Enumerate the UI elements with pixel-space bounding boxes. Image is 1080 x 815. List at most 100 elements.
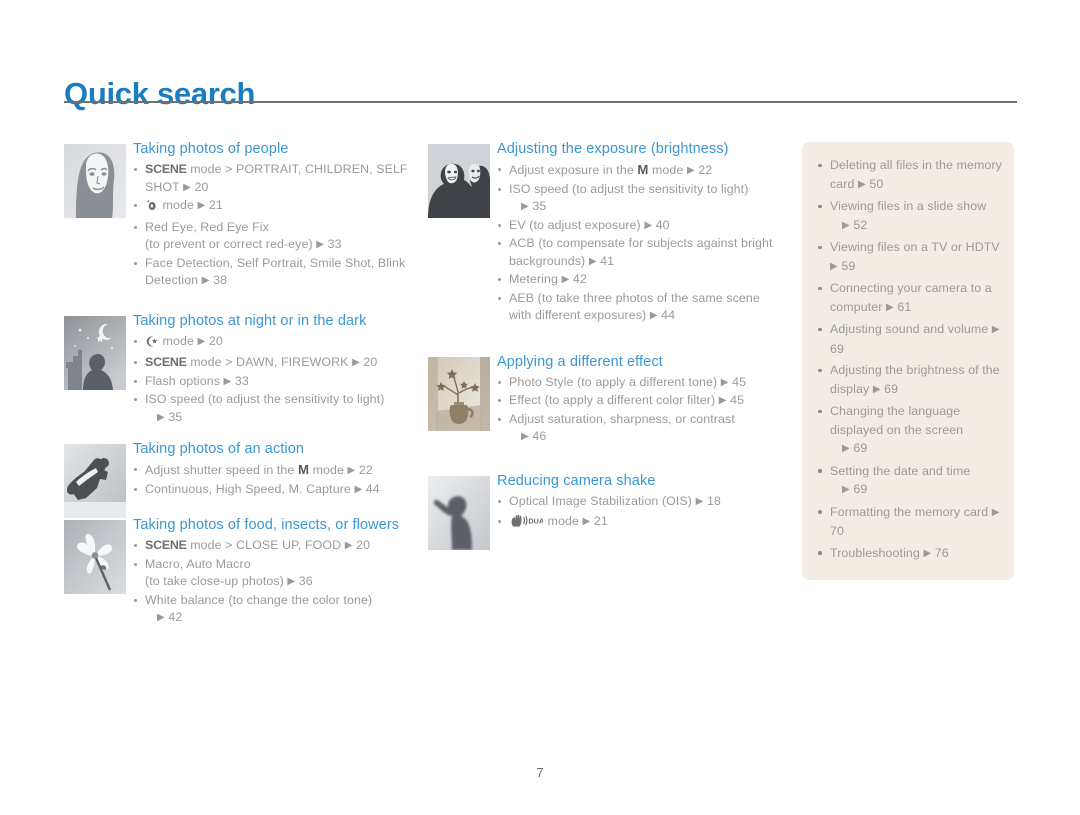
- page-ref: 76: [934, 545, 949, 560]
- page-arrow-icon: ▶: [842, 484, 850, 495]
- page-arrow-icon: ▶: [923, 547, 932, 559]
- page-arrow-icon: ▶: [695, 495, 704, 507]
- list-item: AEB (to take three photos of the same sc…: [497, 290, 780, 325]
- list-item: Setting the date and time ▶ 69: [816, 462, 1002, 500]
- list-item: DUAL mode ▶ 21: [497, 513, 780, 534]
- page-ref: 46: [532, 429, 547, 443]
- list-item: Adjust shutter speed in the M mode ▶ 22: [133, 461, 416, 480]
- page-ref: 69: [884, 381, 899, 396]
- item-text: Continuous, High Speed, M. Capture: [145, 481, 355, 496]
- page-arrow-icon: ▶: [521, 431, 529, 442]
- item-page-line: ▶ 52: [830, 216, 1002, 236]
- item-page-line: ▶ 46: [509, 428, 780, 446]
- flower-thumbnail: [64, 520, 126, 594]
- page-ref: 45: [730, 393, 745, 407]
- list-item: Changing the language displayed on the s…: [816, 402, 1002, 459]
- item-text: Viewing files on a TV or HDTV: [830, 240, 1000, 254]
- page-ref: 45: [732, 374, 747, 389]
- item-text: ACB (to compensate for subjects against …: [509, 236, 773, 268]
- list-item: Red Eye, Red Eye Fix (to prevent or corre…: [133, 219, 416, 254]
- list-item: Adjusting sound and volume ▶ 69: [816, 320, 1002, 358]
- beauty-shot-icon: [145, 199, 158, 218]
- page-ref: 20: [363, 355, 378, 369]
- page-ref: 18: [706, 493, 721, 508]
- dual-is-icon: DUAL: [509, 514, 549, 534]
- page-arrow-icon: ▶: [223, 375, 232, 387]
- topic-night: Taking photos at night or in the dark mo…: [64, 312, 416, 427]
- manual-mode-label: M: [297, 462, 310, 477]
- item-text: Effect (to apply a different color filte…: [509, 393, 719, 407]
- item-text: mode: [159, 333, 198, 348]
- list-item: Flash options ▶ 33: [133, 373, 416, 391]
- page-arrow-icon: ▶: [197, 200, 206, 211]
- item-text: Setting the date and time: [830, 463, 971, 478]
- topic-item-list: SCENE mode > PORTRAIT, CHILDREN, SELF SH…: [133, 161, 416, 290]
- item-text-2: mode: [648, 163, 687, 177]
- page-ref: 59: [841, 258, 856, 273]
- page-arrow-icon: ▶: [720, 376, 729, 388]
- item-text: Photo Style (to apply a different tone): [509, 374, 721, 389]
- page-ref: 22: [358, 463, 373, 477]
- page-number: 7: [536, 765, 544, 780]
- page-arrow-icon: ▶: [157, 612, 165, 623]
- playback-settings-panel: Deleting all files in the memory card ▶ …: [802, 142, 1014, 580]
- topic-item-list: Adjust shutter speed in the M mode ▶ 22 …: [133, 461, 416, 498]
- page-ref: 21: [593, 514, 608, 528]
- item-text: mode: [544, 514, 583, 528]
- list-item: mode ▶ 20: [133, 333, 416, 354]
- topic-effect: Applying a different effect Photo Style …: [428, 353, 780, 446]
- list-item: Deleting all files in the memory card ▶ …: [816, 156, 1002, 194]
- list-item: Macro, Auto Macro (to take close-up photo…: [133, 556, 416, 591]
- page-ref: 20: [208, 333, 223, 348]
- page-arrow-icon: ▶: [201, 275, 210, 286]
- item-text: White balance (to change the color tone): [145, 592, 373, 607]
- topic-heading: Taking photos at night or in the dark: [133, 312, 367, 329]
- page-ref: 42: [572, 272, 587, 286]
- page-arrow-icon: ▶: [588, 255, 597, 267]
- page-ref: 69: [853, 441, 868, 455]
- topic-body: Reducing camera shake Optical Image Stab…: [493, 472, 780, 534]
- item-subtext: (to prevent or correct red-eye): [145, 237, 317, 251]
- topic-body: Taking photos of food, insects, or flowe…: [129, 516, 416, 627]
- camera-shake-thumbnail: [428, 475, 490, 550]
- page-arrow-icon: ▶: [157, 411, 165, 423]
- portrait-woman-thumbnail: [64, 144, 126, 218]
- list-item: Adjust saturation, sharpness, or contras…: [497, 411, 780, 446]
- list-item: Optical Image Stabilization (OIS) ▶ 18: [497, 493, 780, 511]
- page-ref: 50: [869, 176, 884, 191]
- list-item: Metering ▶ 42: [497, 271, 780, 289]
- manual-mode-label: M: [637, 162, 649, 177]
- page-ref: 40: [655, 217, 670, 232]
- page-arrow-icon: ▶: [842, 219, 850, 231]
- page-ref: 61: [897, 299, 912, 314]
- page-arrow-icon: ▶: [649, 310, 658, 321]
- page-arrow-icon: ▶: [197, 335, 206, 347]
- page-ref: 36: [298, 574, 313, 588]
- list-item: White balance (to change the color tone)…: [133, 592, 416, 627]
- list-item: ACB (to compensate for subjects against …: [497, 235, 780, 270]
- topic-heading: Reducing camera shake: [497, 472, 656, 489]
- list-item: Effect (to apply a different color filte…: [497, 392, 780, 410]
- page-arrow-icon: ▶: [316, 239, 325, 250]
- list-item: SCENE mode > PORTRAIT, CHILDREN, SELF SH…: [133, 161, 416, 196]
- list-item: SCENE mode > CLOSE UP, FOOD ▶ 20: [133, 537, 416, 555]
- page-arrow-icon: ▶: [686, 165, 695, 176]
- item-text: Flash options: [145, 373, 224, 388]
- list-item: Continuous, High Speed, M. Capture ▶ 44: [133, 481, 416, 499]
- item-text: Face Detection, Self Portrait, Smile Sho…: [145, 255, 406, 288]
- topic-macro: Taking photos of food, insects, or flowe…: [64, 516, 416, 627]
- topic-item-list: mode ▶ 20 SCENE mode > DAWN, FIREWORK ▶ …: [133, 333, 416, 427]
- list-item: Photo Style (to apply a different tone) …: [497, 374, 780, 392]
- item-text: Troubleshooting: [830, 545, 924, 560]
- item-text: Viewing files in a slide show: [830, 199, 987, 213]
- scene-label: SCENE: [145, 162, 187, 176]
- night-mode-icon: [145, 335, 158, 354]
- list-item: ISO speed (to adjust the sensitivity to …: [133, 391, 416, 426]
- page-ref: 44: [661, 308, 676, 322]
- page-title: Quick search: [64, 75, 256, 111]
- page-ref: 69: [830, 341, 844, 356]
- topic-body: Taking photos of an action Adjust shutte…: [129, 440, 416, 498]
- page-arrow-icon: ▶: [582, 516, 591, 527]
- item-page-line: ▶ 42: [145, 609, 416, 627]
- snowboarder-thumbnail: [64, 444, 126, 518]
